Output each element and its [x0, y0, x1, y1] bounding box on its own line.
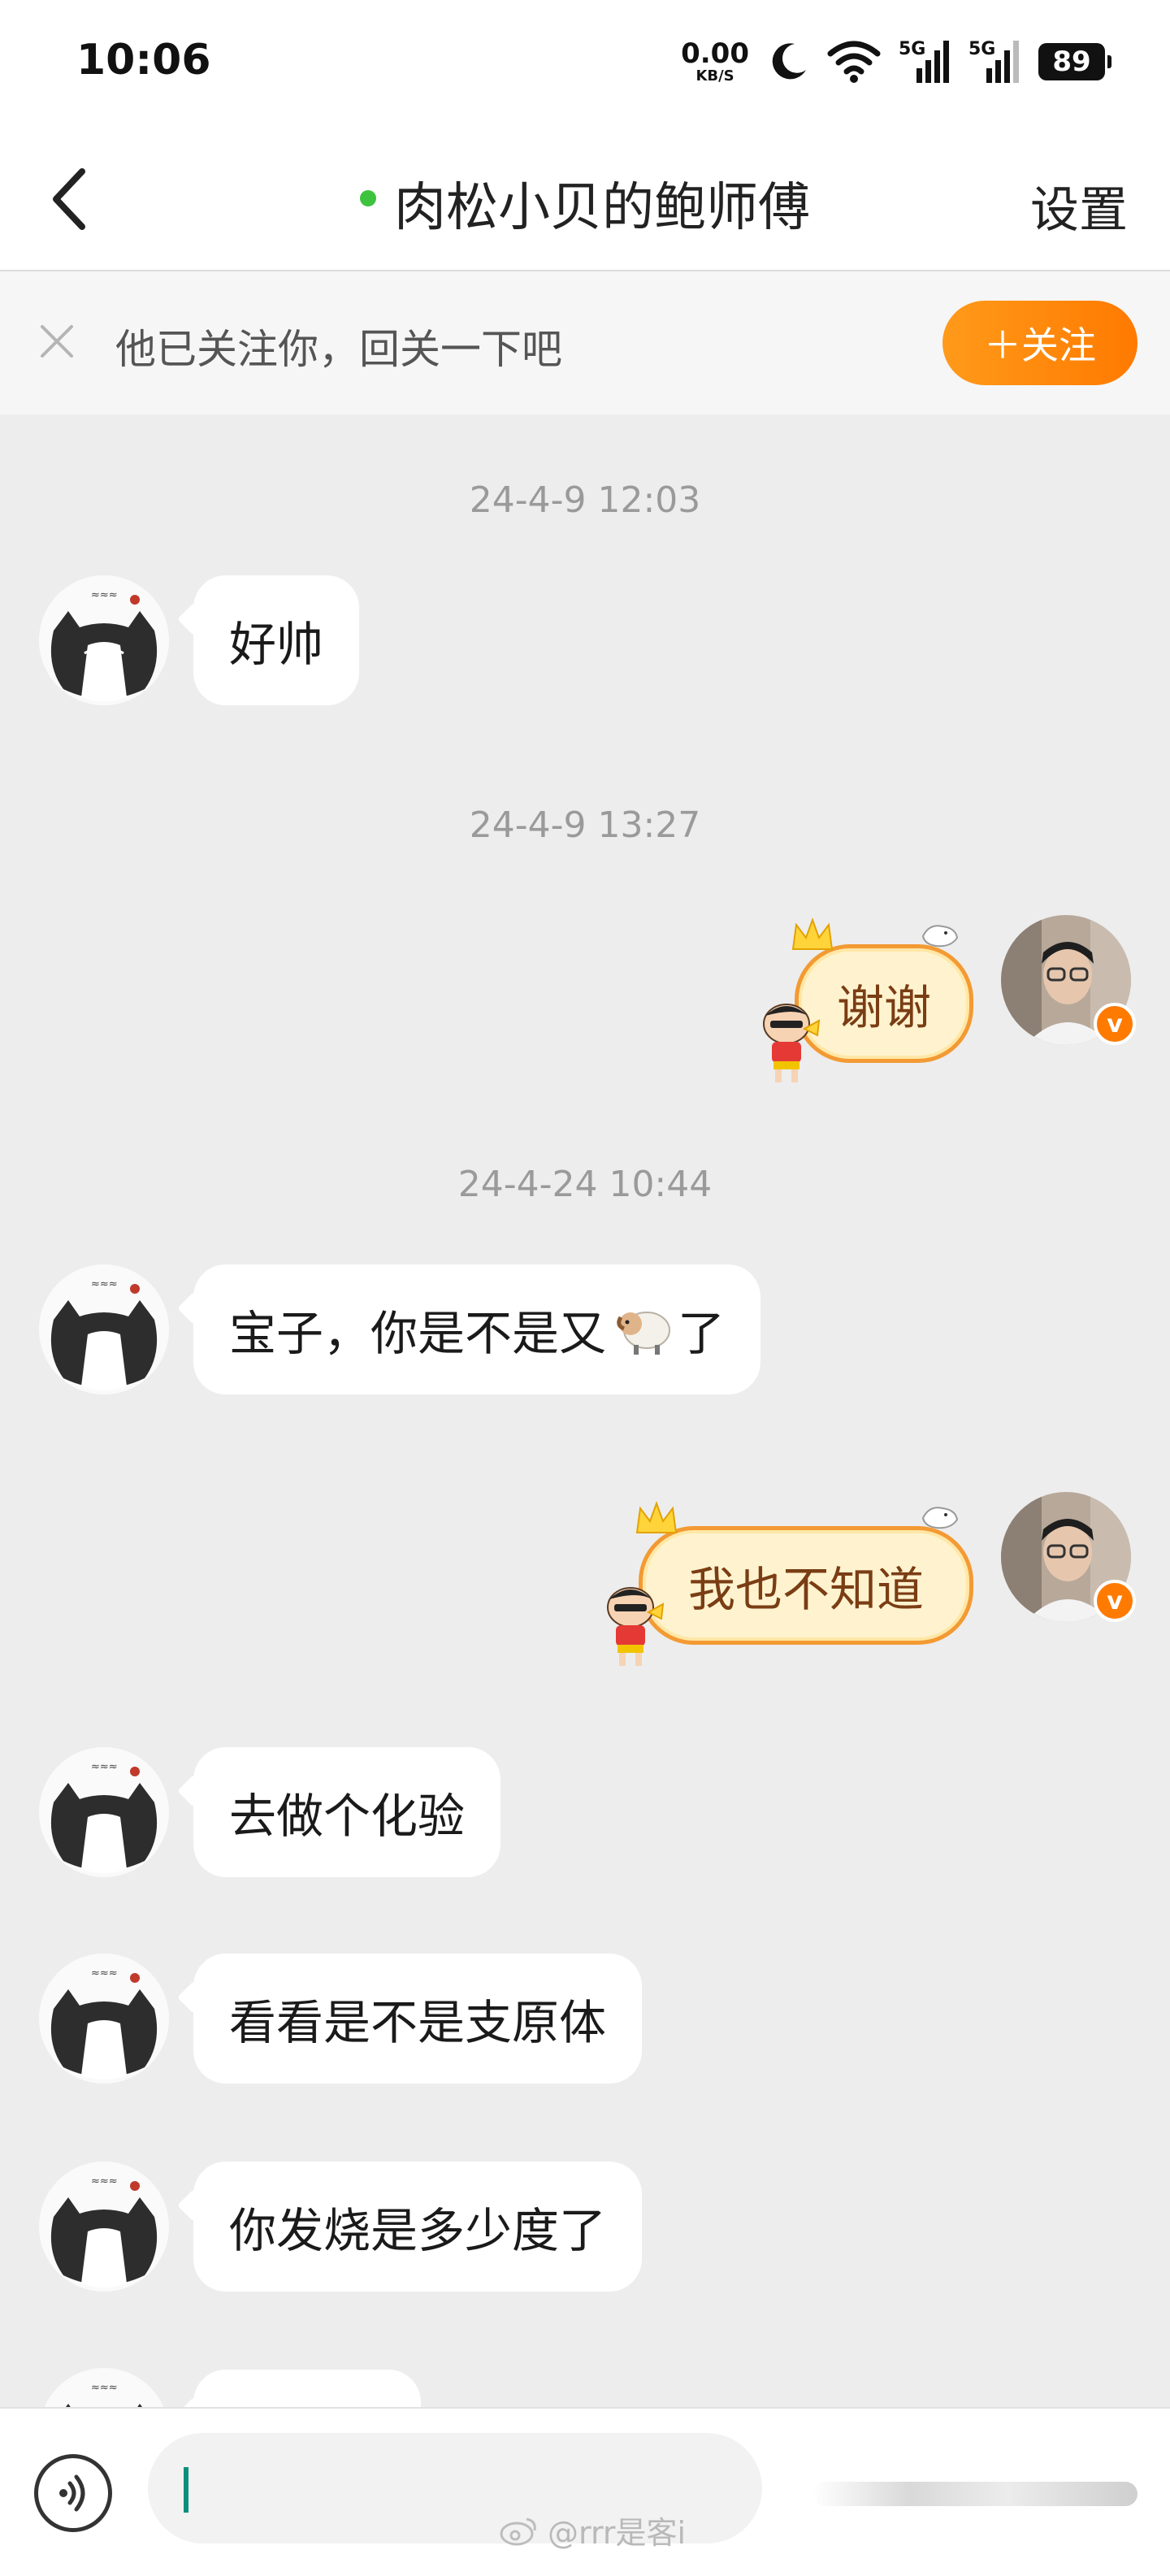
crown-icon — [791, 917, 834, 950]
title-area: 肉松小贝的鲍师傅 — [0, 166, 1170, 241]
settings-button[interactable]: 设置 — [1030, 171, 1128, 241]
follow-back-button[interactable]: ＋关注 — [942, 301, 1138, 385]
incoming-message[interactable]: 你发烧是多少度了 — [193, 2162, 643, 2292]
avatar[interactable]: ≈≈≈ — [39, 1747, 169, 1877]
bird-sticker-icon — [921, 1507, 959, 1529]
svg-text:≈≈≈: ≈≈≈ — [91, 1278, 118, 1290]
crown-icon — [635, 1501, 678, 1533]
battery-indicator: 89 — [1038, 43, 1112, 80]
chat-header: 肉松小贝的鲍师傅 设置 — [0, 130, 1170, 271]
cartoon-boy-sticker-icon — [607, 1587, 665, 1666]
moon-icon — [772, 43, 806, 80]
timestamp: 24-4-24 10:44 — [457, 1164, 713, 1205]
incoming-message[interactable]: 看看是不是支原体 — [193, 1954, 643, 2084]
message-text-suffix: 了 — [678, 1306, 726, 1361]
sheep-emoji-icon — [617, 1312, 671, 1355]
avatar[interactable]: ≈≈≈ — [39, 575, 169, 705]
banner-text: 他已关注你，回关一下吧 — [115, 326, 562, 373]
cat-avatar-image: ≈≈≈ — [39, 1747, 169, 1877]
incoming-message[interactable]: 去做个化验 — [193, 1747, 501, 1877]
message-text: 你发烧是多少度了 — [229, 2203, 607, 2258]
verified-badge-icon: v — [1094, 1580, 1136, 1622]
avatar[interactable]: v — [1001, 1492, 1136, 1622]
signal-2-icon: 5G — [968, 39, 1020, 85]
cartoon-boy-sticker-icon — [763, 1004, 821, 1082]
signal-1-icon: 5G — [899, 39, 951, 85]
input-actions[interactable] — [812, 2482, 1138, 2506]
net-speed-value: 0.00 — [681, 37, 749, 70]
avatar[interactable]: v — [1001, 915, 1136, 1045]
svg-text:≈≈≈: ≈≈≈ — [91, 2175, 118, 2188]
message-text: 我也不知道 — [687, 1562, 924, 1617]
voice-icon — [59, 2474, 85, 2512]
message-text: 好帅 — [229, 617, 324, 672]
status-icons: 0.00 KB/S 5G 5G 89 — [681, 36, 1112, 88]
outgoing-message[interactable]: 我也不知道 — [639, 1526, 973, 1645]
text-cursor — [184, 2467, 188, 2513]
svg-text:≈≈≈: ≈≈≈ — [91, 2382, 118, 2394]
status-time: 10:06 — [76, 36, 211, 85]
message-text: 去做个化验 — [229, 1789, 466, 1844]
close-icon — [41, 325, 73, 358]
message-text: 谢谢 — [836, 980, 931, 1035]
svg-text:≈≈≈: ≈≈≈ — [91, 1761, 118, 1773]
close-banner-button[interactable] — [32, 317, 81, 366]
watermark: @rrr是客i — [499, 2508, 686, 2552]
timestamp: 24-4-9 12:03 — [469, 479, 701, 521]
svg-text:≈≈≈: ≈≈≈ — [91, 1967, 118, 1980]
message-text: 看看是不是支原体 — [229, 1995, 607, 2050]
cat-avatar-image: ≈≈≈ — [39, 2162, 169, 2292]
page-title: 肉松小贝的鲍师傅 — [394, 178, 810, 238]
avatar[interactable]: ≈≈≈ — [39, 2162, 169, 2292]
avatar[interactable]: ≈≈≈ — [39, 1264, 169, 1394]
follow-banner: 他已关注你，回关一下吧 ＋关注 — [0, 271, 1170, 414]
svg-text:≈≈≈: ≈≈≈ — [91, 589, 118, 601]
incoming-message[interactable]: 好帅 — [193, 575, 360, 705]
verified-badge-icon: v — [1094, 1003, 1136, 1045]
wifi-icon — [827, 41, 881, 83]
message-text: 宝子，你是不是又 — [229, 1306, 607, 1361]
timestamp: 24-4-9 13:27 — [469, 804, 701, 846]
cat-avatar-image: ≈≈≈ — [39, 1264, 169, 1394]
watermark-text: @rrr是客i — [548, 2515, 687, 2551]
net-speed-unit: KB/S — [696, 67, 734, 85]
status-bar: 10:06 0.00 KB/S 5G 5G 89 — [0, 0, 1170, 130]
bird-sticker-icon — [921, 925, 959, 948]
weibo-logo-icon — [500, 2517, 536, 2545]
cat-avatar-image: ≈≈≈ — [39, 1954, 169, 2084]
cat-avatar-image: ≈≈≈ — [39, 575, 169, 705]
voice-input-button[interactable] — [34, 2454, 112, 2532]
incoming-message[interactable]: 宝子，你是不是又 了 — [193, 1264, 761, 1394]
net-speed: 0.00 KB/S — [681, 40, 749, 84]
online-status-dot — [360, 190, 376, 206]
avatar[interactable]: ≈≈≈ — [39, 1954, 169, 2084]
